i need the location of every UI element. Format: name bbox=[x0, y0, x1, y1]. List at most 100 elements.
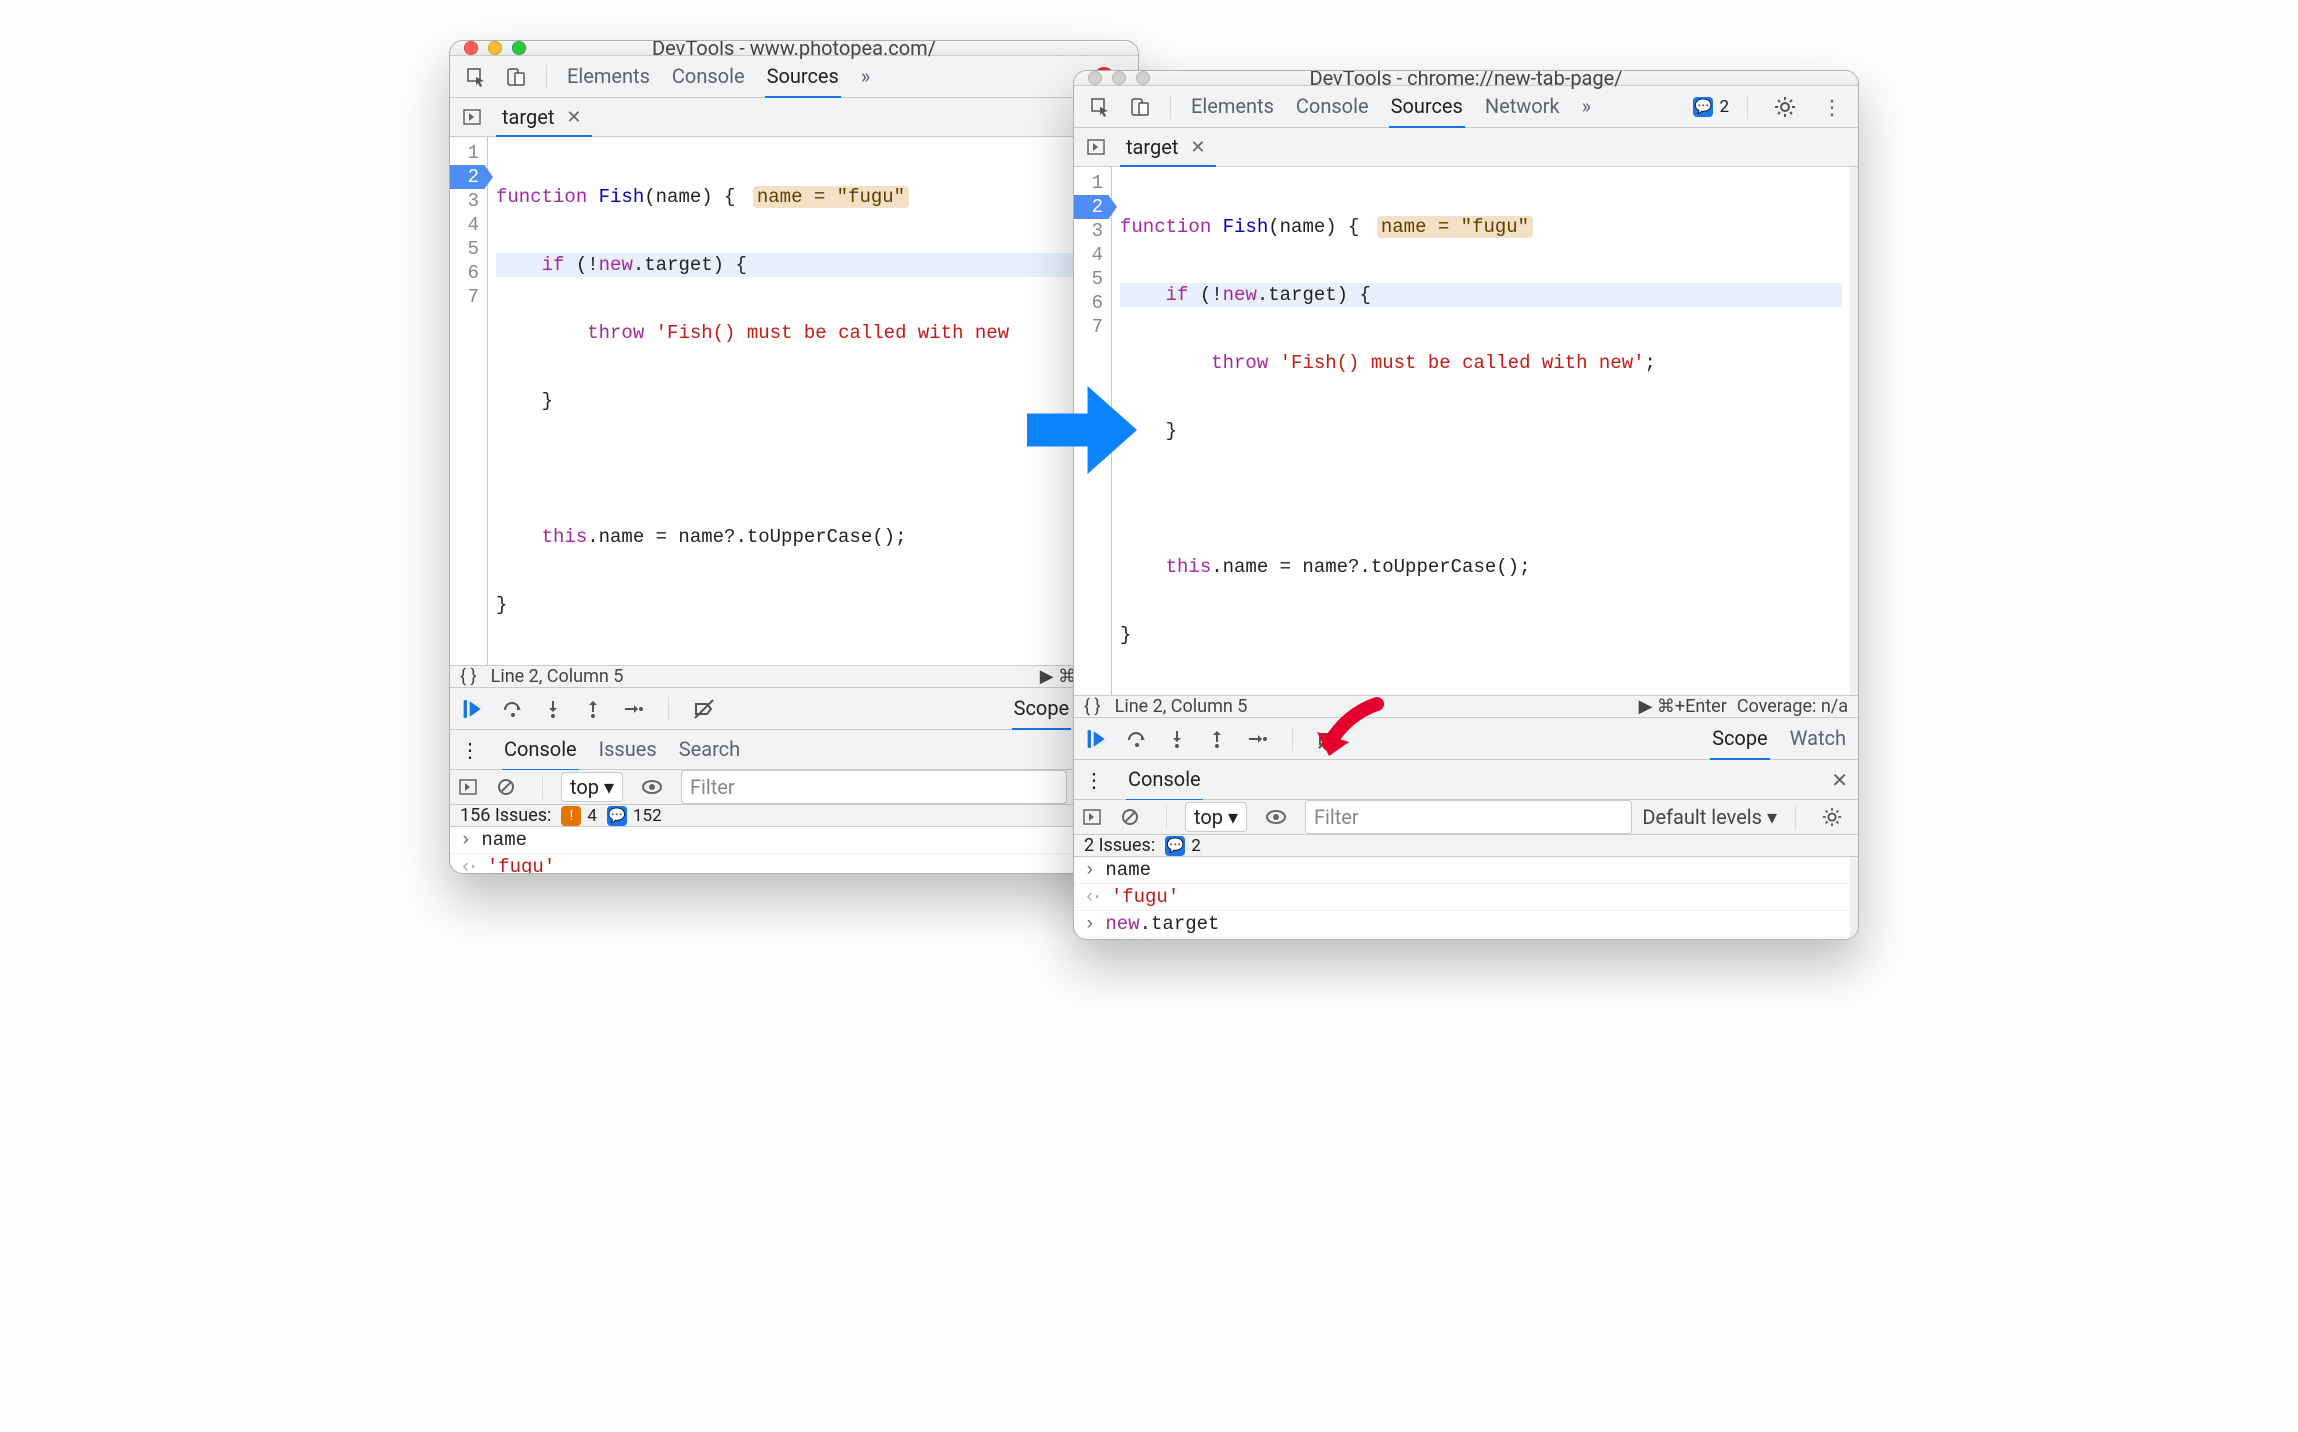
source-editor[interactable]: 1234567 function Fish(name) { name = "fu… bbox=[1074, 167, 1858, 695]
context-selector[interactable]: top ▾ bbox=[561, 772, 623, 802]
tab-overflow-icon[interactable]: » bbox=[859, 56, 872, 98]
pretty-print-icon[interactable]: { } bbox=[1084, 696, 1101, 717]
window-zoom-icon[interactable] bbox=[512, 41, 526, 55]
console-settings-icon[interactable] bbox=[1814, 803, 1850, 831]
context-selector[interactable]: top ▾ bbox=[1185, 802, 1247, 832]
step-over-icon[interactable] bbox=[1124, 726, 1150, 752]
console-sidebar-toggle-icon[interactable] bbox=[458, 777, 478, 797]
live-expression-icon[interactable] bbox=[1257, 805, 1295, 829]
clear-console-icon[interactable] bbox=[1112, 803, 1148, 831]
inspect-icon[interactable] bbox=[1082, 93, 1118, 121]
close-icon[interactable]: ✕ bbox=[566, 107, 581, 128]
traffic-lights[interactable] bbox=[464, 41, 526, 55]
window-close-icon[interactable] bbox=[464, 41, 478, 55]
resume-icon[interactable] bbox=[460, 696, 486, 722]
tab-network[interactable]: Network bbox=[1483, 86, 1562, 128]
resume-icon[interactable] bbox=[1084, 726, 1110, 752]
file-tab-target[interactable]: target ✕ bbox=[496, 99, 592, 137]
drawer-tab-issues[interactable]: Issues bbox=[597, 729, 659, 771]
console-output: 'fugu' bbox=[1111, 886, 1840, 908]
feedback-count: 2 bbox=[1191, 836, 1201, 856]
drawer-menu-icon[interactable]: ⋮ bbox=[1084, 768, 1104, 792]
device-toggle-icon[interactable] bbox=[498, 63, 534, 91]
run-shortcut[interactable]: ▶ ⌘+Enter bbox=[1639, 696, 1727, 717]
issues-bar[interactable]: 2 Issues: 💬2 bbox=[1074, 835, 1858, 857]
coverage-info[interactable]: Coverage: n/a bbox=[1737, 696, 1848, 717]
device-toggle-icon[interactable] bbox=[1122, 93, 1158, 121]
code-area[interactable]: function Fish(name) { name = "fugu" if (… bbox=[1112, 167, 1850, 695]
step-into-icon[interactable] bbox=[540, 696, 566, 722]
annotation-arrow-icon bbox=[1307, 694, 1387, 774]
feedback-count: 152 bbox=[633, 806, 662, 826]
file-tab-label: target bbox=[502, 105, 554, 129]
console-sidebar-toggle-icon[interactable] bbox=[1082, 807, 1102, 827]
drawer-tab-search[interactable]: Search bbox=[677, 729, 742, 771]
devtools-window-right: DevTools - chrome://new-tab-page/ Elemen… bbox=[1073, 70, 1859, 940]
settings-icon[interactable] bbox=[1766, 92, 1804, 122]
drawer-menu-icon[interactable]: ⋮ bbox=[460, 738, 480, 762]
feedback-count: 2 bbox=[1719, 97, 1729, 117]
panel-tabs: Elements Console Sources Network » bbox=[1189, 86, 1593, 128]
step-into-icon[interactable] bbox=[1164, 726, 1190, 752]
close-icon[interactable]: ✕ bbox=[1190, 137, 1205, 158]
more-icon[interactable]: ⋮ bbox=[1814, 91, 1850, 123]
drawer-tab-console[interactable]: Console bbox=[502, 729, 579, 771]
drawer-tab-console[interactable]: Console bbox=[1126, 759, 1203, 801]
titlebar: DevTools - chrome://new-tab-page/ bbox=[1074, 71, 1858, 86]
tab-console[interactable]: Console bbox=[670, 56, 747, 98]
console-body[interactable]: name 'fugu' new.target ƒ Fish(name) { if… bbox=[1074, 857, 1858, 939]
issues-label: 2 Issues: bbox=[1084, 835, 1155, 856]
window-minimize-icon[interactable] bbox=[1112, 71, 1126, 85]
issues-bar[interactable]: 156 Issues: !4 💬152 bbox=[450, 805, 1138, 827]
main-toolbar: Elements Console Sources » ✕1 bbox=[450, 56, 1138, 98]
console-filter-input[interactable]: Filter bbox=[1305, 800, 1632, 834]
deactivate-breakpoints-icon[interactable] bbox=[691, 696, 717, 722]
gutter[interactable]: 1234567 bbox=[450, 137, 488, 665]
transition-arrow-icon bbox=[1027, 380, 1137, 480]
tab-sources[interactable]: Sources bbox=[1389, 86, 1465, 128]
traffic-lights[interactable] bbox=[1088, 71, 1150, 85]
console-body[interactable]: name 'fugu' new.target ✕ ▸Uncaught Refer… bbox=[450, 827, 1138, 873]
step-out-icon[interactable] bbox=[1204, 726, 1230, 752]
close-drawer-icon[interactable]: ✕ bbox=[1831, 768, 1848, 792]
console-toolbar: top ▾ Filter Defau bbox=[450, 770, 1138, 805]
live-expression-icon[interactable] bbox=[633, 775, 671, 799]
feedback-badge[interactable]: 💬2 bbox=[1693, 97, 1729, 117]
console-filter-input[interactable]: Filter bbox=[681, 770, 1067, 804]
window-close-icon[interactable] bbox=[1088, 71, 1102, 85]
tab-elements[interactable]: Elements bbox=[565, 56, 652, 98]
inspect-icon[interactable] bbox=[458, 63, 494, 91]
step-over-icon[interactable] bbox=[500, 696, 526, 722]
titlebar: DevTools - www.photopea.com/ bbox=[450, 41, 1138, 56]
tab-console[interactable]: Console bbox=[1294, 86, 1371, 128]
levels-selector[interactable]: Default levels ▾ bbox=[1642, 805, 1777, 829]
drawer-tabs: ⋮ Console Issues Search bbox=[450, 730, 1138, 770]
pretty-print-icon[interactable]: { } bbox=[460, 666, 477, 687]
navigator-toggle-icon[interactable] bbox=[1082, 133, 1110, 161]
main-toolbar: Elements Console Sources Network » 💬2 ⋮ bbox=[1074, 86, 1858, 128]
clear-console-icon[interactable] bbox=[488, 773, 524, 801]
issues-label: 156 Issues: bbox=[460, 805, 551, 826]
step-icon[interactable] bbox=[620, 696, 646, 722]
warn-count: 4 bbox=[587, 806, 597, 826]
step-out-icon[interactable] bbox=[580, 696, 606, 722]
cursor-position: Line 2, Column 5 bbox=[491, 666, 624, 687]
inline-value-chip: name = "fugu" bbox=[1377, 216, 1533, 238]
inline-value-chip: name = "fugu" bbox=[753, 186, 909, 208]
tab-scope[interactable]: Scope bbox=[1710, 718, 1770, 760]
window-minimize-icon[interactable] bbox=[488, 41, 502, 55]
navigator-toggle-icon[interactable] bbox=[458, 103, 486, 131]
tab-overflow-icon[interactable]: » bbox=[1580, 86, 1593, 128]
tab-sources[interactable]: Sources bbox=[765, 56, 841, 98]
console-input: name bbox=[481, 829, 1128, 851]
debugger-toolbar: Scope Watch bbox=[1074, 718, 1858, 760]
console-input: name bbox=[1105, 859, 1840, 881]
file-tab-bar: target ✕ bbox=[450, 98, 1138, 137]
console-toolbar: top ▾ Filter Default levels ▾ bbox=[1074, 800, 1858, 835]
step-icon[interactable] bbox=[1244, 726, 1270, 752]
tab-watch[interactable]: Watch bbox=[1788, 718, 1848, 760]
tab-scope[interactable]: Scope bbox=[1012, 688, 1072, 730]
file-tab-target[interactable]: target ✕ bbox=[1120, 129, 1216, 167]
window-zoom-icon[interactable] bbox=[1136, 71, 1150, 85]
tab-elements[interactable]: Elements bbox=[1189, 86, 1276, 128]
